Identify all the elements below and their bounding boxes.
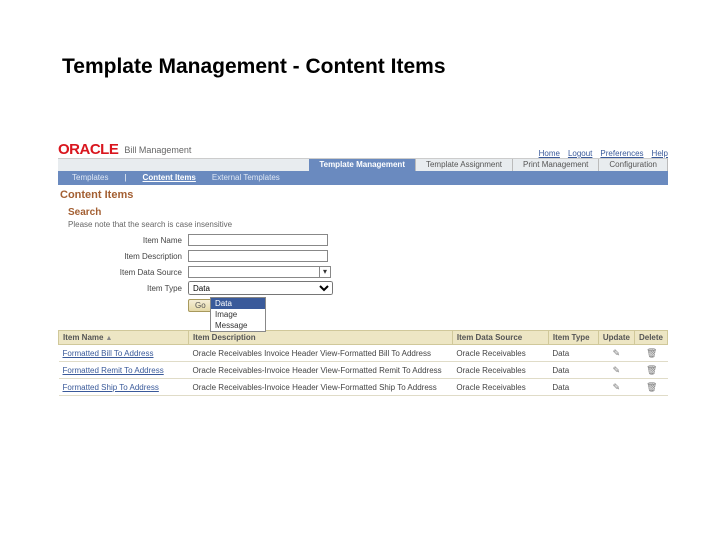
col-item-description[interactable]: Item Description (189, 331, 453, 345)
tab-print-management[interactable]: Print Management (513, 159, 599, 171)
pencil-icon[interactable] (611, 382, 621, 392)
row-name-link[interactable]: Formatted Remit To Address (59, 362, 189, 379)
item-description-label: Item Description (88, 252, 188, 261)
row-name-link[interactable]: Formatted Ship To Address (59, 379, 189, 396)
item-name-label: Item Name (88, 236, 188, 245)
topbar: ORACLE Bill Management Home Logout Prefe… (58, 132, 668, 158)
row-type: Data (548, 345, 598, 362)
item-description-input[interactable] (188, 250, 328, 262)
utility-links: Home Logout Preferences Help (539, 149, 668, 158)
oracle-logo: ORACLE (58, 141, 118, 158)
row-type: Data (548, 379, 598, 396)
help-link[interactable]: Help (652, 149, 668, 158)
logout-link[interactable]: Logout (568, 149, 592, 158)
table-row: Formatted Ship To Address Oracle Receiva… (59, 379, 668, 396)
item-name-input[interactable] (188, 234, 328, 246)
col-item-name[interactable]: Item Name▲ (59, 331, 189, 345)
trash-icon[interactable] (646, 382, 656, 392)
row-datasource: Oracle Receivables (452, 362, 548, 379)
results-table: Item Name▲ Item Description Item Data So… (58, 330, 668, 396)
table-row: Formatted Remit To Address Oracle Receiv… (59, 362, 668, 379)
row-desc: Oracle Receivables Invoice Header View-F… (189, 345, 453, 362)
app-name: Bill Management (124, 145, 191, 155)
home-link[interactable]: Home (539, 149, 560, 158)
sort-asc-icon: ▲ (105, 335, 112, 342)
preferences-link[interactable]: Preferences (600, 149, 643, 158)
primary-tabs: Template Management Template Assignment … (58, 158, 668, 172)
row-datasource: Oracle Receivables (452, 379, 548, 396)
table-row: Formatted Bill To Address Oracle Receiva… (59, 345, 668, 362)
tab-template-management[interactable]: Template Management (309, 159, 416, 171)
pencil-icon[interactable] (611, 348, 621, 358)
go-button[interactable]: Go (188, 299, 213, 312)
col-item-type[interactable]: Item Type (548, 331, 598, 345)
subtab-templates[interactable]: Templates (64, 172, 116, 185)
secondary-tabs: Templates | Content Items External Templ… (58, 172, 668, 185)
col-item-datasource[interactable]: Item Data Source (452, 331, 548, 345)
search-heading: Search (58, 203, 668, 218)
page-heading: Content Items (58, 185, 668, 203)
row-desc: Oracle Receivables-Invoice Header View-F… (189, 362, 453, 379)
subtab-content-items[interactable]: Content Items (135, 172, 204, 185)
item-datasource-input[interactable] (188, 266, 320, 278)
tab-configuration[interactable]: Configuration (599, 159, 668, 171)
type-option-data[interactable]: Data (211, 298, 265, 309)
col-delete: Delete (634, 331, 667, 345)
item-datasource-label: Item Data Source (88, 268, 188, 277)
type-option-image[interactable]: Image (211, 309, 265, 320)
search-hint: Please note that the search is case inse… (58, 218, 668, 233)
type-option-message[interactable]: Message (211, 320, 265, 331)
slide-title: Template Management - Content Items (62, 55, 446, 79)
item-type-dropdown-popup: Data Image Message (210, 297, 266, 332)
search-form: Item Name Item Description Item Data Sou… (58, 233, 668, 295)
lov-icon[interactable]: ▾ (319, 266, 331, 278)
pencil-icon[interactable] (611, 365, 621, 375)
subtab-external-templates[interactable]: External Templates (204, 172, 288, 185)
trash-icon[interactable] (646, 348, 656, 358)
item-type-label: Item Type (88, 284, 188, 293)
oracle-app-frame: ORACLE Bill Management Home Logout Prefe… (58, 132, 668, 396)
item-type-select[interactable]: Data (188, 281, 333, 295)
row-datasource: Oracle Receivables (452, 345, 548, 362)
row-desc: Oracle Receivables-Invoice Header View-F… (189, 379, 453, 396)
col-update: Update (598, 331, 634, 345)
tab-template-assignment[interactable]: Template Assignment (416, 159, 513, 171)
trash-icon[interactable] (646, 365, 656, 375)
row-name-link[interactable]: Formatted Bill To Address (59, 345, 189, 362)
row-type: Data (548, 362, 598, 379)
logo-area: ORACLE Bill Management (58, 141, 191, 158)
